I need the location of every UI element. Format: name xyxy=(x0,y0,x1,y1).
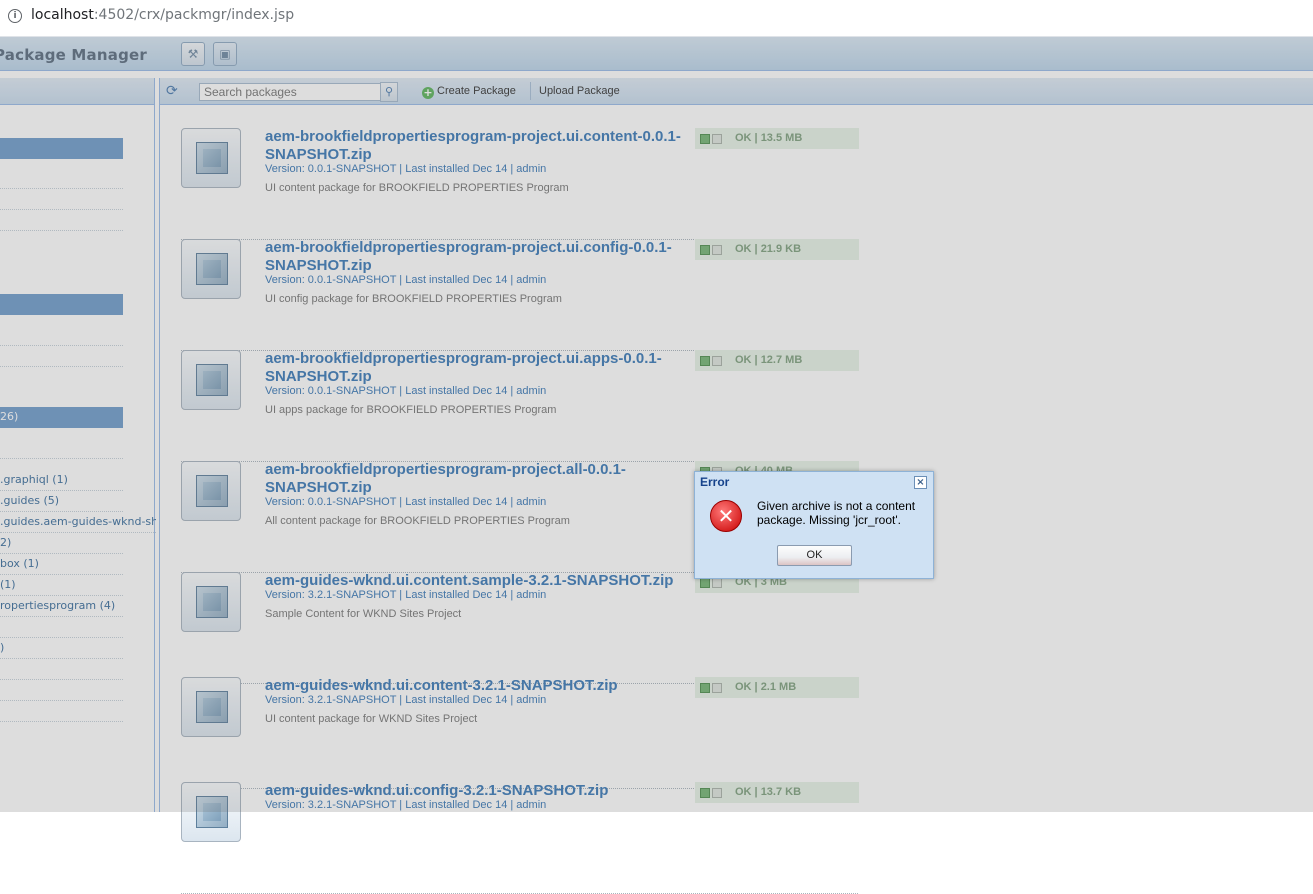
ok-button[interactable]: OK xyxy=(777,545,852,566)
dialog-title: Error xyxy=(700,475,730,489)
error-message: Given archive is not a content package. … xyxy=(757,499,916,527)
url-host: localhost xyxy=(31,7,94,23)
error-dialog: Error × ✕ Given archive is not a content… xyxy=(694,471,934,579)
url-text[interactable]: localhost:4502/crx/packmgr/index.jsp xyxy=(31,7,294,23)
url-path: :4502/crx/packmgr/index.jsp xyxy=(93,7,295,23)
close-icon[interactable]: × xyxy=(914,476,927,489)
error-icon: ✕ xyxy=(710,500,742,532)
modal-overlay xyxy=(0,37,1313,812)
browser-address-bar[interactable]: i localhost:4502/crx/packmgr/index.jsp xyxy=(0,0,1313,37)
site-info-icon[interactable]: i xyxy=(8,9,22,23)
